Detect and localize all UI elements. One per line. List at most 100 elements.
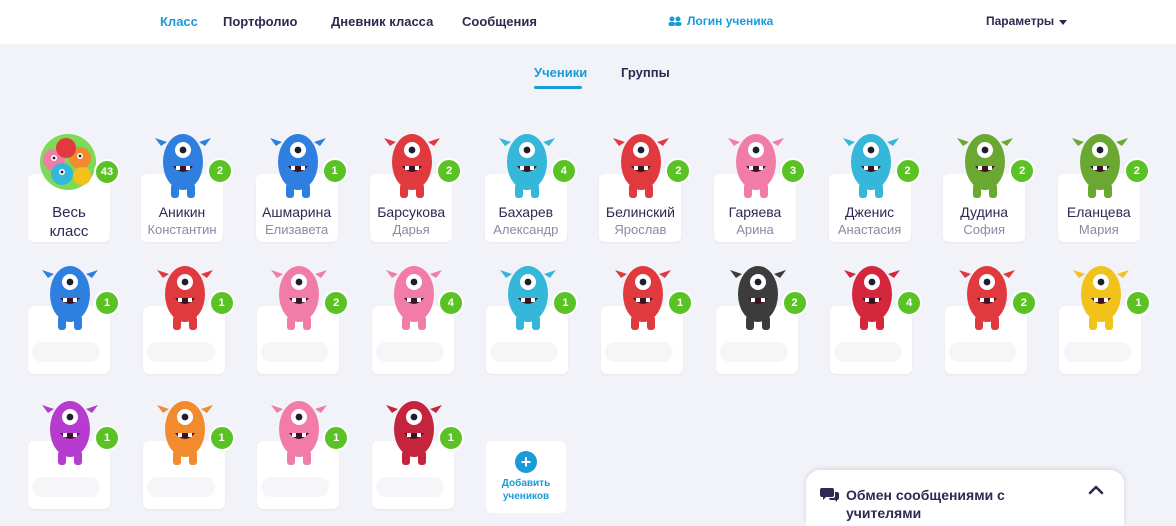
nav-messages[interactable]: Сообщения	[462, 14, 537, 29]
points-badge: 1	[321, 158, 348, 184]
nav-class[interactable]: Класс	[160, 14, 198, 29]
points-badge: 1	[94, 425, 120, 451]
hidden-name-placeholder	[719, 342, 788, 362]
plus-icon: +	[515, 451, 537, 473]
points-badge: 1	[1125, 290, 1152, 316]
student-first-name: Александр	[493, 222, 559, 237]
student-login-label: Логин ученика	[687, 14, 774, 28]
student-last-name: Барсукова	[377, 204, 446, 220]
nav-class-diary[interactable]: Дневник класса	[331, 14, 433, 29]
monster-avatar	[957, 134, 1014, 198]
monster-avatar	[42, 401, 98, 465]
points-badge: 1	[208, 425, 235, 451]
points-badge: 1	[667, 290, 693, 316]
whole-class-line2: класс	[49, 223, 89, 240]
points-badge: 3	[780, 158, 806, 184]
monster-avatar	[729, 266, 786, 330]
hidden-name-placeholder	[605, 342, 673, 362]
points-badge: 2	[665, 158, 692, 184]
points-badge: 2	[436, 158, 463, 184]
monster-avatar	[155, 134, 211, 198]
monster-avatar	[728, 134, 784, 198]
student-first-name: Анастасия	[837, 222, 902, 237]
points-badge: 1	[437, 425, 464, 451]
whole-class-avatar	[40, 134, 96, 190]
hidden-name-placeholder	[834, 342, 903, 362]
monster-avatar	[1073, 266, 1130, 330]
students-icon	[668, 16, 682, 26]
settings-dropdown[interactable]: Параметры	[986, 14, 1068, 28]
chevron-up-icon[interactable]	[1088, 484, 1104, 496]
student-first-name: София	[963, 222, 1005, 237]
add-students-button[interactable]: + Добавить учеников	[486, 441, 566, 513]
monster-avatar	[385, 266, 442, 330]
points-badge: 2	[894, 158, 921, 184]
student-first-name: Ярослав	[614, 222, 667, 237]
monster-avatar	[271, 401, 328, 465]
student-last-name: Ашмарина	[262, 204, 332, 220]
whole-class-line1: Весь	[52, 204, 86, 221]
monster-avatar	[269, 134, 326, 198]
hidden-name-placeholder	[375, 477, 444, 497]
monster-avatar	[615, 266, 671, 330]
hidden-name-placeholder	[146, 342, 215, 362]
chat-bubbles-icon	[820, 488, 839, 502]
points-badge: 4	[550, 158, 577, 184]
settings-label: Параметры	[986, 14, 1055, 28]
monster-avatar	[842, 134, 899, 198]
monster-avatar	[844, 266, 901, 330]
points-badge: 4	[437, 290, 464, 316]
student-last-name: Дженис	[845, 204, 895, 220]
top-nav: Класс Портфолио Дневник класса Сообщения…	[0, 0, 1176, 44]
points-badge: 43	[94, 159, 120, 185]
hidden-name-placeholder	[1063, 342, 1132, 362]
points-badge: 2	[323, 290, 350, 316]
tab-students[interactable]: Ученики	[534, 65, 587, 80]
hidden-name-placeholder	[32, 342, 100, 362]
student-first-name: Константин	[147, 222, 217, 237]
teacher-messaging-panel[interactable]: Обмен сообщениями с учителями	[806, 470, 1124, 526]
tab-groups[interactable]: Группы	[621, 65, 670, 80]
points-badge: 2	[1010, 290, 1037, 316]
chevron-down-icon	[1059, 19, 1068, 25]
student-last-name: Гаряева	[728, 204, 782, 220]
monster-avatar	[958, 266, 1015, 330]
hidden-name-placeholder	[375, 342, 444, 362]
hidden-name-placeholder	[490, 342, 559, 362]
points-badge: 2	[207, 158, 233, 184]
add-students-label: Добавить учеников	[486, 477, 566, 503]
monster-avatar	[384, 134, 441, 198]
hidden-name-placeholder	[146, 477, 215, 497]
points-badge: 1	[208, 290, 235, 316]
student-first-name: Арина	[736, 222, 774, 237]
monster-avatar	[42, 266, 98, 330]
student-first-name: Дарья	[392, 222, 430, 237]
hidden-name-placeholder	[32, 477, 100, 497]
student-first-name: Мария	[1078, 222, 1119, 237]
points-badge: 1	[94, 290, 120, 316]
points-badge: 4	[896, 290, 923, 316]
student-last-name: Аникин	[158, 204, 206, 220]
active-tab-indicator	[534, 86, 582, 89]
monster-avatar	[271, 266, 328, 330]
student-last-name: Дудина	[960, 204, 1009, 220]
points-badge: 1	[552, 290, 579, 316]
hidden-name-placeholder	[261, 342, 330, 362]
points-badge: 2	[1009, 158, 1036, 184]
monster-avatar	[385, 401, 442, 465]
monster-avatar	[613, 134, 670, 198]
messaging-label: Обмен сообщениями с учителями	[846, 487, 1005, 521]
student-last-name: Белинский	[605, 204, 675, 220]
monster-avatar	[156, 401, 213, 465]
student-login-link[interactable]: Логин ученика	[668, 14, 773, 28]
nav-portfolio[interactable]: Портфолио	[223, 14, 297, 29]
add-students-line1: Добавить	[501, 478, 551, 489]
monster-avatar	[156, 266, 213, 330]
student-first-name: Елизавета	[264, 222, 329, 237]
monster-avatar	[500, 266, 557, 330]
student-last-name: Бахарев	[498, 204, 554, 220]
points-badge: 1	[323, 425, 350, 451]
points-badge: 2	[781, 290, 808, 316]
add-students-line2: учеников	[502, 491, 550, 502]
hidden-name-placeholder	[948, 342, 1017, 362]
